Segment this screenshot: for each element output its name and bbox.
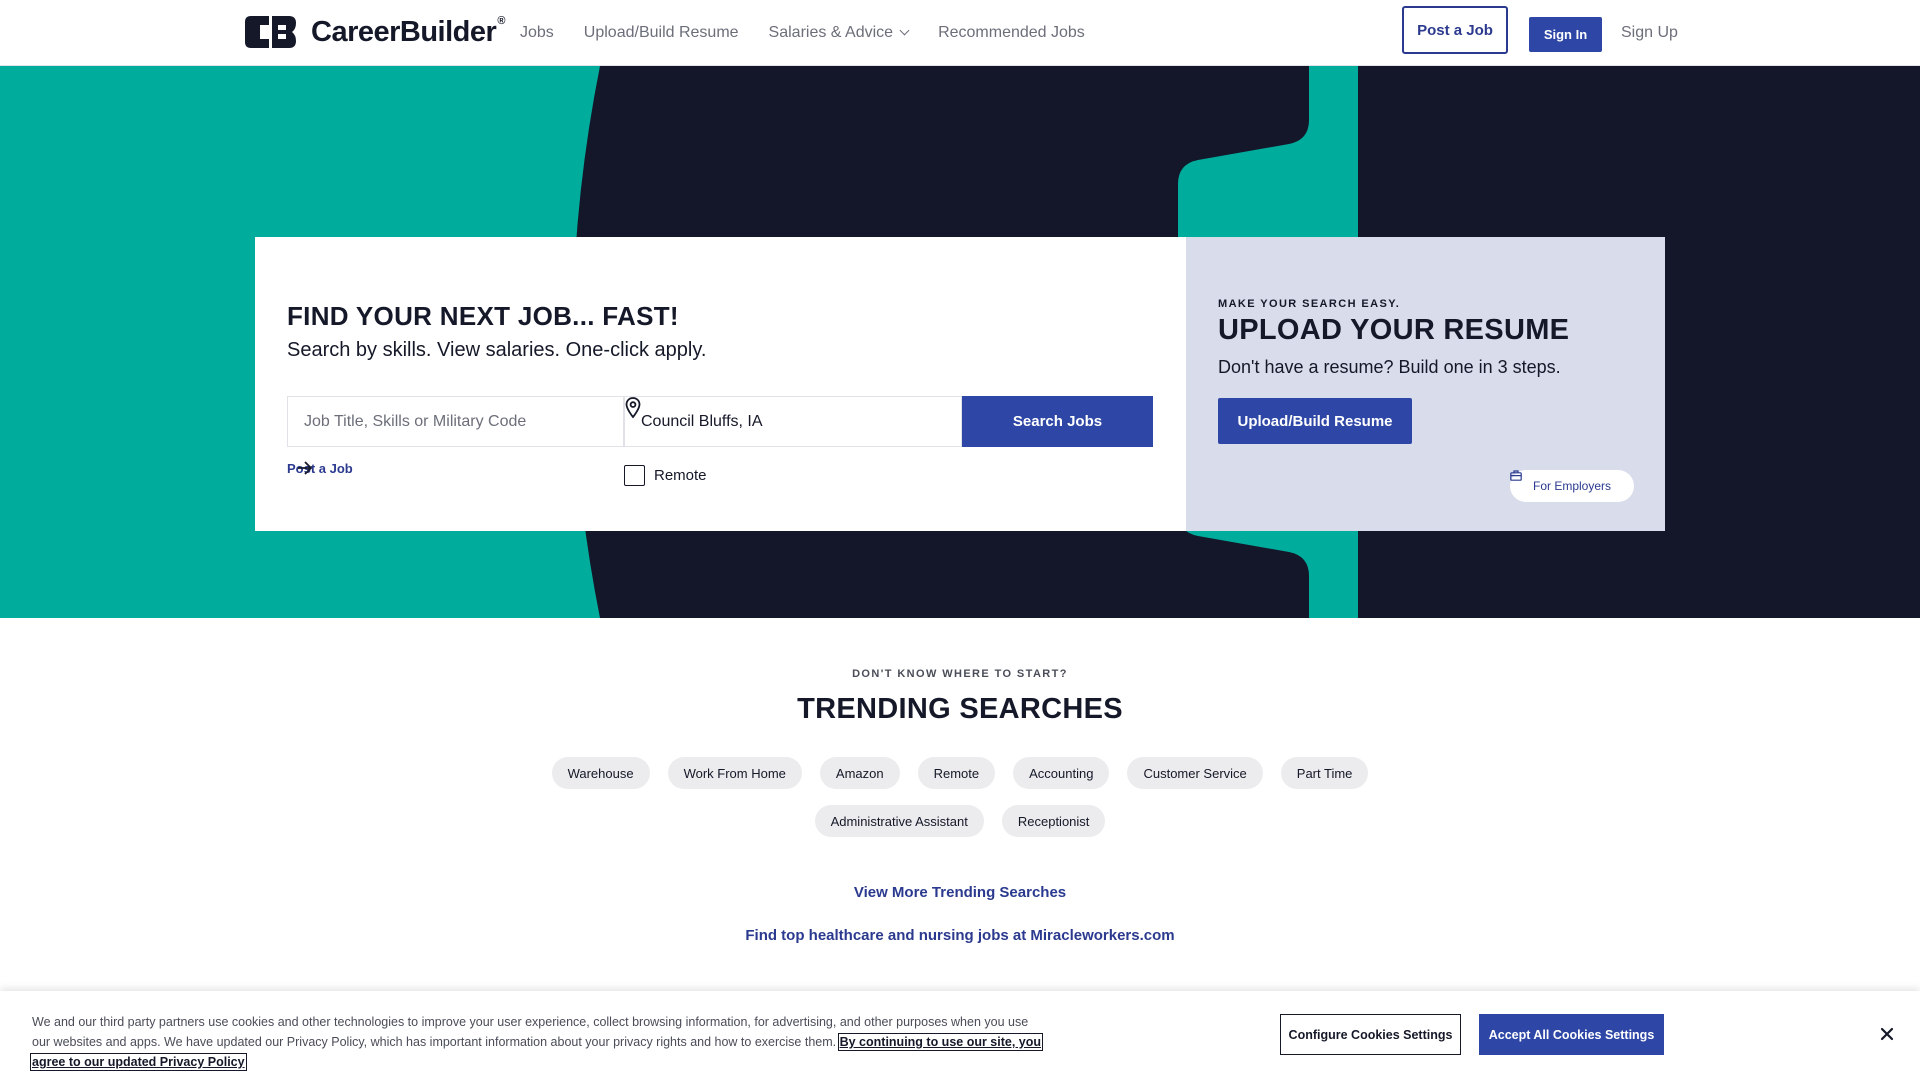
trending-pill-administrative-assistant[interactable]: Administrative Assistant (814, 805, 984, 837)
site-header: CareerBuilder® Jobs Upload/Build Resume … (0, 0, 1920, 66)
logo-mark-icon (245, 16, 296, 48)
brand-name: CareerBuilder® (311, 14, 505, 48)
upload-build-resume-button[interactable]: Upload/Build Resume (1218, 398, 1412, 444)
close-icon[interactable] (1875, 1022, 1899, 1046)
trending-pill-customer-service[interactable]: Customer Service (1127, 757, 1263, 789)
location-input[interactable]: Council Bluffs, IA (624, 396, 962, 447)
location-pin-icon[interactable] (625, 397, 641, 419)
brand-logo[interactable]: CareerBuilder® (245, 14, 505, 50)
post-job-button[interactable]: Post a Job (1402, 6, 1508, 54)
trending-pill-warehouse[interactable]: Warehouse (551, 757, 650, 789)
trending-pill-remote[interactable]: Remote (917, 757, 996, 789)
miracleworkers-link[interactable]: Find top healthcare and nursing jobs at … (0, 927, 1920, 944)
trending-pill-part-time[interactable]: Part Time (1280, 757, 1369, 789)
trending-pill-amazon[interactable]: Amazon (819, 757, 900, 789)
cookie-text: We and our third party partners use cook… (29, 1015, 1044, 1071)
hero-headline: FIND YOUR NEXT JOB... FAST! (287, 301, 679, 331)
upload-subtitle: Don't have a resume? Build one in 3 step… (1218, 357, 1561, 377)
post-job-link[interactable]: Post a Job (287, 461, 353, 476)
trending-pills: Warehouse Work From Home Amazon Remote A… (540, 757, 1380, 837)
job-title-input[interactable]: Job Title, Skills or Military Code (287, 396, 624, 447)
remote-label: Remote (654, 467, 707, 484)
sign-up-link[interactable]: Sign Up (1621, 24, 1678, 42)
trending-pill-receptionist[interactable]: Receptionist (1001, 805, 1106, 837)
remote-checkbox-box[interactable] (624, 465, 645, 486)
cookie-banner: We and our third party partners use cook… (0, 991, 1920, 1080)
briefcase-icon (1510, 470, 1522, 481)
arrow-right-icon (298, 461, 313, 475)
nav-jobs[interactable]: Jobs (520, 24, 554, 42)
nav-recommended-jobs[interactable]: Recommended Jobs (938, 24, 1085, 42)
location-input-value: Council Bluffs, IA (641, 412, 763, 430)
nav-upload-resume[interactable]: Upload/Build Resume (584, 24, 739, 42)
nav-salaries-advice[interactable]: Salaries & Advice (769, 24, 910, 42)
trending-pill-work-from-home[interactable]: Work From Home (667, 757, 802, 789)
for-employers-button[interactable]: For Employers (1510, 470, 1634, 502)
hero-subheadline: Search by skills. View salaries. One-cli… (287, 339, 707, 361)
job-search-card: FIND YOUR NEXT JOB... FAST! Search by sk… (255, 237, 1186, 531)
upload-eyebrow: MAKE YOUR SEARCH EASY. (1218, 298, 1401, 310)
trending-pill-accounting[interactable]: Accounting (1013, 757, 1110, 789)
view-more-trending-link[interactable]: View More Trending Searches (0, 884, 1920, 901)
chevron-down-icon (899, 25, 910, 36)
accept-cookies-button[interactable]: Accept All Cookies Settings (1479, 1014, 1664, 1055)
sign-in-button[interactable]: Sign In (1529, 17, 1602, 52)
remote-checkbox[interactable]: Remote (624, 465, 707, 486)
search-jobs-button[interactable]: Search Jobs (962, 396, 1153, 447)
trending-title: TRENDING SEARCHES (797, 693, 1123, 725)
upload-title: UPLOAD YOUR RESUME (1218, 314, 1570, 346)
configure-cookies-button[interactable]: Configure Cookies Settings (1280, 1014, 1461, 1055)
main-nav: Jobs Upload/Build Resume Salaries & Advi… (520, 0, 1115, 66)
hero-section: FIND YOUR NEXT JOB... FAST! Search by sk… (0, 66, 1920, 618)
trending-eyebrow: DON'T KNOW WHERE TO START? (852, 668, 1068, 680)
